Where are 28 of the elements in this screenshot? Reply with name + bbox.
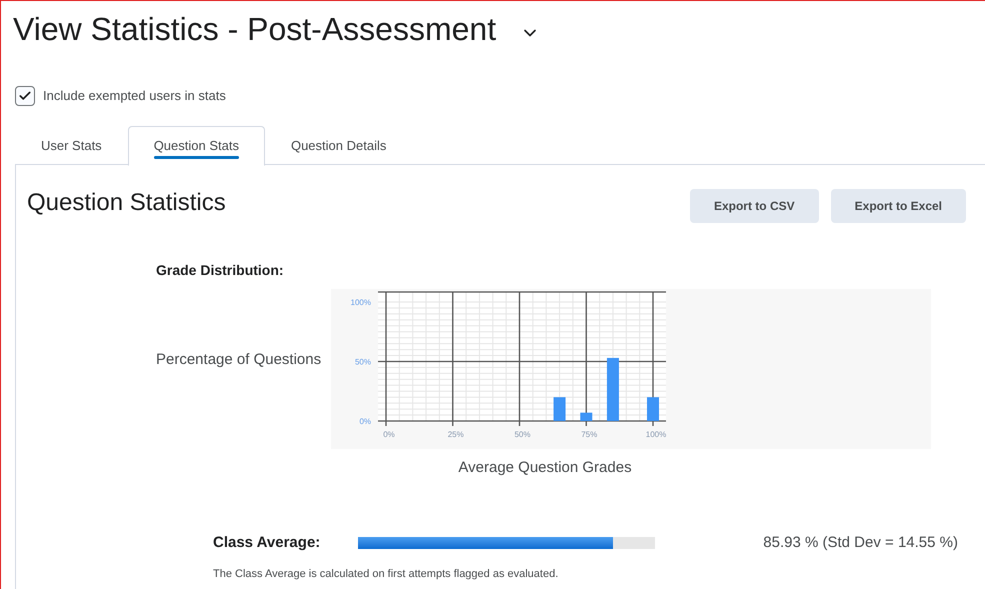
x-tick-label: 25% xyxy=(448,430,464,439)
x-tick-label: 100% xyxy=(646,430,666,439)
x-tick-label: 50% xyxy=(514,430,531,439)
y-tick-label: 50% xyxy=(354,358,371,366)
panel-heading: Question Statistics xyxy=(27,188,226,218)
bar xyxy=(554,397,566,421)
bar xyxy=(647,397,659,421)
class-average-note: The Class Average is calculated on first attempts flagged as evaluated. xyxy=(213,567,560,582)
grade-distribution-title: Grade Distribution: xyxy=(156,261,285,280)
tab[interactable]: User Stats xyxy=(15,126,128,166)
bar xyxy=(580,412,592,421)
y-tick-label: 0% xyxy=(359,417,371,426)
y-axis-label: Percentage of Questions xyxy=(156,350,322,370)
page-title: View Statistics - Post-Assessment xyxy=(13,10,496,49)
bar xyxy=(606,358,619,421)
check-icon xyxy=(18,89,32,103)
export-button[interactable]: Export to Excel xyxy=(830,189,966,223)
x-tick-label: 0% xyxy=(383,430,395,439)
class-average-reading: 85.93 % (Std Dev = 14.55 %) xyxy=(763,532,958,552)
checkbox[interactable] xyxy=(15,86,35,106)
export-button[interactable]: Export to CSV xyxy=(690,189,819,223)
x-axis-label: Average Question Grades xyxy=(457,458,633,478)
y-tick-label: 100% xyxy=(350,298,371,307)
tab[interactable]: Question Details xyxy=(264,126,412,166)
x-tick-label: 75% xyxy=(581,430,598,439)
tab[interactable]: Question Stats xyxy=(128,126,265,166)
class-average-label: Class Average: xyxy=(213,532,322,552)
checkbox-label: Include exempted users in stats xyxy=(43,87,226,106)
